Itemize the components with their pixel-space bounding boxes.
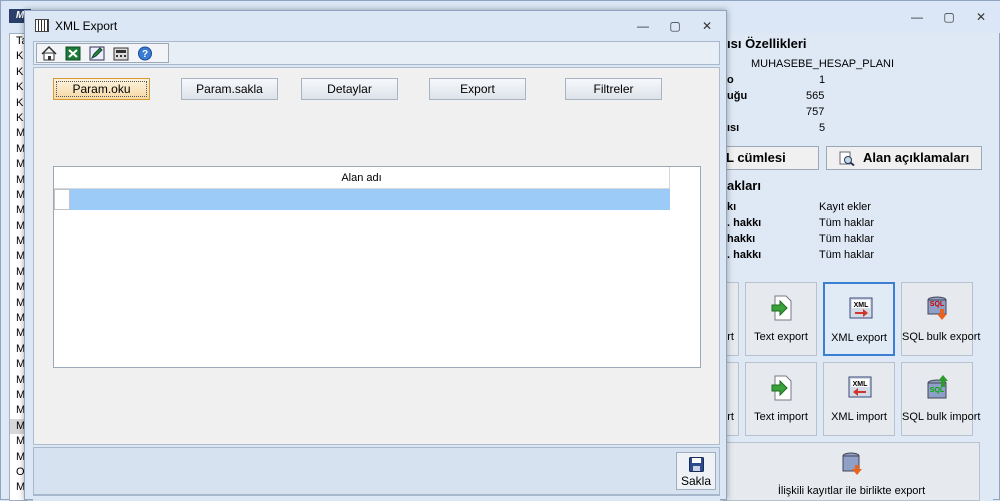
dialog-body: Param.oku Param.sakla Detaylar Export Fi… — [33, 67, 720, 445]
right-key: hakkı — [727, 233, 756, 245]
related-export-label: İlişkili kayıtlar ile birlikte export — [777, 485, 926, 497]
close-icon[interactable]: ✕ — [971, 9, 991, 25]
xml-badge: XML — [853, 381, 869, 388]
calculator-icon[interactable] — [113, 46, 129, 61]
svg-text:?: ? — [142, 49, 148, 60]
edit-icon[interactable] — [89, 46, 105, 61]
row-indicator[interactable] — [54, 189, 70, 210]
dialog-footer: Sakla — [33, 447, 720, 495]
help-icon[interactable]: ? — [137, 46, 153, 61]
column-header-field-name[interactable]: Alan adı — [54, 167, 670, 189]
related-export-icon — [842, 452, 862, 475]
tile-label: Text import — [754, 411, 808, 423]
tile-label: XML import — [831, 411, 887, 423]
field-descriptions-button[interactable]: Alan açıklamaları — [826, 146, 982, 170]
xml-export-icon: XML — [849, 297, 873, 319]
export-button[interactable]: Export — [429, 78, 526, 100]
magnifier-document-icon — [839, 151, 855, 166]
minimize-icon[interactable]: — — [633, 19, 653, 33]
text-export-icon — [771, 295, 792, 321]
save-label: Sakla — [680, 474, 712, 488]
xml-import-icon: XML — [848, 376, 872, 398]
right-key: . hakkı — [727, 217, 762, 229]
right-key: kı — [727, 201, 737, 213]
xml-badge: XML — [854, 302, 870, 309]
prop-value: 1 — [819, 74, 826, 86]
right-value: Tüm haklar — [819, 233, 875, 245]
sql-badge: SQL — [930, 301, 945, 308]
sql-bulk-import-tile[interactable]: SQL SQL bulk import — [901, 362, 981, 436]
maximize-icon[interactable]: ▢ — [665, 19, 685, 33]
dialog-status-strip — [33, 495, 720, 501]
excel-icon[interactable] — [65, 46, 81, 61]
minimize-icon[interactable]: — — [907, 9, 927, 25]
dialog-toolbar: ? — [33, 41, 720, 65]
details-button[interactable]: Detaylar — [301, 78, 398, 100]
dialog-app-icon — [35, 19, 49, 32]
right-key: . hakkı — [727, 249, 762, 261]
tile-label: SQL bulk export — [902, 331, 981, 343]
right-value: Tüm haklar — [819, 217, 875, 229]
tile-label: XML export — [831, 332, 887, 344]
sql-bulk-export-tile[interactable]: SQL SQL bulk export — [901, 282, 981, 356]
home-icon[interactable] — [41, 46, 57, 61]
maximize-icon[interactable]: ▢ — [939, 9, 959, 25]
toolbar-group: ? — [36, 43, 169, 63]
save-params-button[interactable]: Param.sakla — [181, 78, 278, 100]
floppy-disk-icon — [689, 457, 704, 472]
tile-label: SQL bulk import — [902, 411, 981, 423]
sql-bulk-export-icon: SQL — [927, 296, 947, 320]
xml-export-dialog: XML Export — ▢ ✕ ? Param.oku Param.sakla… — [24, 10, 727, 501]
prop-value: 757 — [806, 106, 825, 118]
right-value: Kayıt ekler — [819, 201, 871, 213]
load-params-button[interactable]: Param.oku — [53, 78, 150, 100]
dialog-titlebar[interactable]: XML Export — ▢ ✕ — [25, 11, 726, 39]
field-descriptions-label: Alan açıklamaları — [863, 150, 970, 165]
right-value: Tüm haklar — [819, 249, 875, 261]
prop-value: 565 — [806, 90, 825, 102]
properties-title: ısı Özellikleri — [727, 36, 807, 51]
rights-title: akları — [727, 178, 761, 193]
xml-import-tile[interactable]: XML XML import — [823, 362, 895, 436]
text-import-tile[interactable]: Text import — [745, 362, 817, 436]
sql-statement-label: L cümlesi — [726, 150, 786, 165]
related-records-export-tile[interactable]: İlişkili kayıtlar ile birlikte export — [723, 442, 980, 501]
xml-export-tile[interactable]: XML XML export — [823, 282, 895, 356]
prop-key: ısı — [727, 122, 740, 134]
prop-value: 5 — [819, 122, 826, 134]
sql-badge: SQL — [930, 387, 945, 394]
close-icon[interactable]: ✕ — [697, 19, 717, 33]
text-export-tile[interactable]: Text export — [745, 282, 817, 356]
filters-button[interactable]: Filtreler — [565, 78, 662, 100]
sql-bulk-import-icon: SQL — [927, 375, 948, 399]
text-import-icon — [771, 375, 792, 401]
tile-label: Text export — [754, 331, 808, 343]
table-row[interactable] — [70, 189, 670, 210]
save-button[interactable]: Sakla — [676, 452, 716, 490]
table-properties-panel: ısı Özellikleri MUHASEBE_HESAP_PLANI o 1… — [667, 33, 993, 501]
sql-statement-button[interactable]: L cümlesi — [723, 146, 819, 170]
dialog-title: XML Export — [55, 19, 118, 33]
prop-key: o — [727, 74, 734, 86]
prop-key: uğu — [727, 90, 748, 102]
table-name-value: MUHASEBE_HESAP_PLANI — [751, 58, 895, 70]
fields-grid[interactable]: Alan adı — [53, 166, 701, 368]
